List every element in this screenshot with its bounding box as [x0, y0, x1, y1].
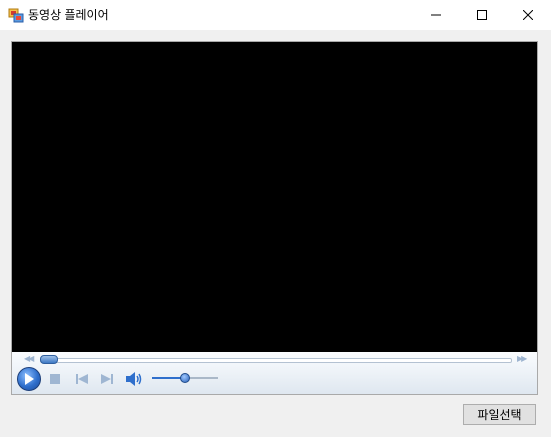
- next-button[interactable]: [101, 372, 113, 386]
- fast-forward-icon[interactable]: ▶▶: [517, 354, 527, 363]
- play-icon: [25, 373, 34, 385]
- player-control-bar: ◀◀ ▶▶: [12, 352, 537, 394]
- stop-button[interactable]: [50, 372, 60, 386]
- seek-track[interactable]: [40, 358, 512, 363]
- previous-button[interactable]: [76, 372, 88, 386]
- rewind-icon[interactable]: ◀◀: [24, 354, 34, 363]
- stop-icon: [50, 374, 60, 384]
- play-button[interactable]: [17, 367, 41, 391]
- next-icon: [101, 374, 113, 384]
- previous-icon: [76, 374, 88, 384]
- minimize-button[interactable]: [413, 0, 459, 30]
- close-button[interactable]: [505, 0, 551, 30]
- seek-bar[interactable]: ◀◀ ▶▶: [12, 354, 537, 366]
- maximize-button[interactable]: [459, 0, 505, 30]
- window-title: 동영상 플레이어: [28, 8, 109, 22]
- mute-button[interactable]: [126, 372, 144, 386]
- seek-thumb[interactable]: [40, 355, 58, 364]
- minimize-icon: [431, 14, 441, 16]
- app-window-icon: [8, 8, 24, 23]
- select-file-button[interactable]: 파일선택: [463, 404, 536, 425]
- media-player[interactable]: ◀◀ ▶▶: [11, 41, 538, 395]
- speaker-icon: [126, 372, 142, 386]
- close-icon: [523, 10, 533, 20]
- video-display[interactable]: [12, 42, 537, 352]
- title-bar: 동영상 플레이어: [0, 0, 551, 30]
- maximize-icon: [477, 10, 487, 20]
- volume-slider-thumb[interactable]: [180, 373, 190, 383]
